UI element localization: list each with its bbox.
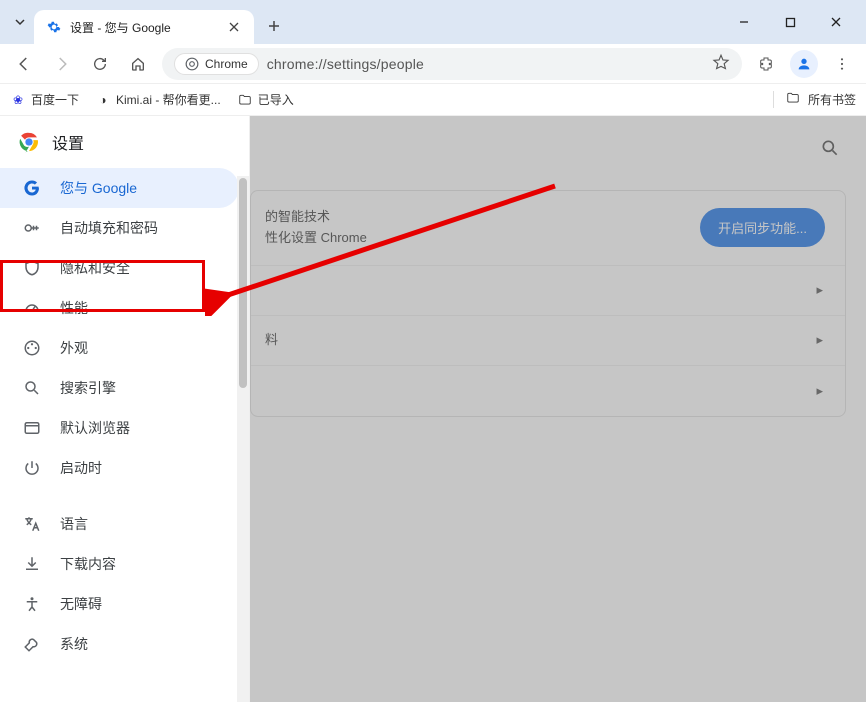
sidebar-item-autofill[interactable]: 自动填充和密码 (0, 208, 239, 248)
sidebar-item-startup[interactable]: 启动时 (0, 448, 239, 488)
url-text: chrome://settings/people (267, 56, 424, 72)
sidebar-header: 设置 (0, 116, 249, 168)
window-icon (22, 418, 42, 438)
sidebar-item-languages[interactable]: 语言 (0, 504, 239, 544)
reload-button[interactable] (86, 50, 114, 78)
power-icon (22, 458, 42, 478)
all-bookmarks-button[interactable]: 所有书签 (773, 91, 856, 108)
settings-sidebar: 设置 您与 Google 自动填充和密码 隐私和安全 性能 外观 搜索引擎 (0, 116, 250, 702)
minimize-button[interactable] (730, 8, 758, 36)
download-icon (22, 554, 42, 574)
back-button[interactable] (10, 50, 38, 78)
search-icon (22, 378, 42, 398)
key-icon (22, 218, 42, 238)
accessibility-icon (22, 594, 42, 614)
sidebar-item-system[interactable]: 系统 (0, 624, 239, 664)
extensions-button[interactable] (752, 50, 780, 78)
maximize-button[interactable] (776, 8, 804, 36)
shield-icon (22, 258, 42, 278)
toolbar: Chrome chrome://settings/people (0, 44, 866, 84)
wrench-icon (22, 634, 42, 654)
sidebar-title: 设置 (52, 130, 84, 154)
bookmark-folder[interactable]: 已导入 (237, 91, 294, 108)
palette-icon (22, 338, 42, 358)
sidebar-item-search[interactable]: 搜索引擎 (0, 368, 239, 408)
dim-overlay (250, 116, 866, 702)
menu-button[interactable] (828, 50, 856, 78)
chrome-logo-icon (18, 131, 40, 153)
folder-icon (237, 92, 253, 108)
bookmark-item[interactable]: ❀ 百度一下 (10, 91, 79, 108)
tab-search-button[interactable] (6, 8, 34, 36)
google-g-icon (22, 178, 42, 198)
scrollbar-thumb[interactable] (239, 178, 247, 388)
new-tab-button[interactable] (260, 12, 288, 40)
sidebar-item-you-and-google[interactable]: 您与 Google (0, 168, 239, 208)
sidebar-item-accessibility[interactable]: 无障碍 (0, 584, 239, 624)
chrome-icon (185, 57, 199, 71)
bookmark-item[interactable]: ◑ Kimi.ai - 帮你看更... (95, 91, 221, 108)
close-icon[interactable] (226, 19, 242, 35)
sidebar-item-privacy[interactable]: 隐私和安全 (0, 248, 239, 288)
content-area: 的智能技术 性化设置 Chrome 开启同步功能... ▸ 料 ▸ ▸ (250, 116, 866, 702)
speedometer-icon (22, 298, 42, 318)
gear-icon (46, 19, 62, 35)
window-controls (730, 8, 850, 36)
bookmark-star-icon[interactable] (712, 53, 730, 74)
kimi-icon: ◑ (95, 92, 111, 108)
sidebar-item-appearance[interactable]: 外观 (0, 328, 239, 368)
tab-title: 设置 - 您与 Google (70, 19, 218, 36)
sidebar-item-default-browser[interactable]: 默认浏览器 (0, 408, 239, 448)
baidu-icon: ❀ (10, 92, 26, 108)
main: 设置 您与 Google 自动填充和密码 隐私和安全 性能 外观 搜索引擎 (0, 116, 866, 702)
forward-button[interactable] (48, 50, 76, 78)
browser-tab[interactable]: 设置 - 您与 Google (34, 10, 254, 44)
titlebar: 设置 - 您与 Google (0, 0, 866, 44)
translate-icon (22, 514, 42, 534)
chrome-chip: Chrome (174, 53, 259, 75)
close-window-button[interactable] (822, 8, 850, 36)
sidebar-scrollbar[interactable] (237, 176, 249, 702)
sidebar-item-performance[interactable]: 性能 (0, 288, 239, 328)
sidebar-item-downloads[interactable]: 下载内容 (0, 544, 239, 584)
home-button[interactable] (124, 50, 152, 78)
profile-button[interactable] (790, 50, 818, 78)
address-bar[interactable]: Chrome chrome://settings/people (162, 48, 742, 80)
folder-icon (786, 91, 800, 108)
bookmarks-bar: ❀ 百度一下 ◑ Kimi.ai - 帮你看更... 已导入 所有书签 (0, 84, 866, 116)
